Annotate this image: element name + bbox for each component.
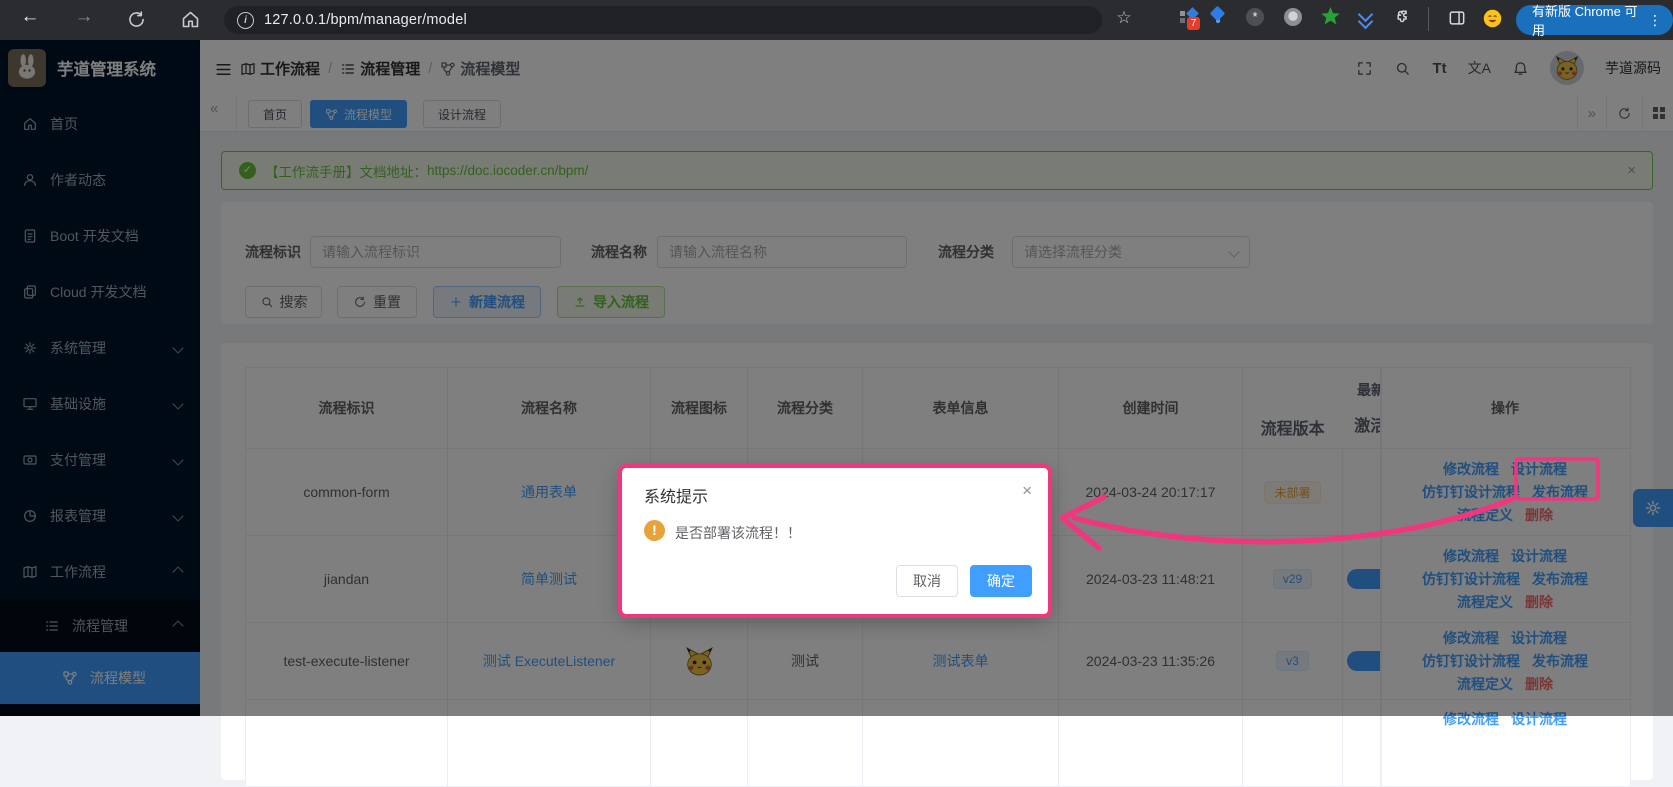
chrome-update-button[interactable]: 有新版 Chrome 可用 ⋮ [1516,4,1673,38]
toolbar-divider [1428,7,1429,31]
confirm-button[interactable]: 确定 [970,565,1032,597]
profile-avatar-icon[interactable] [1482,8,1503,29]
dialog-close-icon[interactable]: × [1022,481,1032,501]
url-text[interactable]: 127.0.0.1/bpm/manager/model [264,12,467,28]
bookmark-star-icon[interactable]: ☆ [1110,8,1138,28]
extension-chevrons-icon[interactable] [1357,6,1374,30]
dialog-title: 系统提示 [644,489,709,506]
side-panel-icon[interactable] [1447,8,1467,28]
browser-menu-icon[interactable]: ⋮ [1648,12,1663,29]
extension-devtool-icon[interactable]: 7 [1180,7,1200,31]
extension-sphere-icon[interactable] [1284,8,1302,26]
modal-overlay[interactable] [0,40,1673,716]
browser-home-button[interactable] [180,9,208,30]
extension-star-icon[interactable] [1321,7,1340,25]
warning-icon: ! [644,520,665,541]
extension-gem-icon[interactable] [1209,5,1226,23]
extension-snowflake-icon[interactable]: * [1246,8,1264,26]
browser-forward-button[interactable]: → [70,6,98,28]
address-bar[interactable]: i 127.0.0.1/bpm/manager/model [224,6,1102,34]
browser-back-button[interactable]: ← [16,6,44,28]
browser-toolbar: ← → i 127.0.0.1/bpm/manager/model ☆ 7 * … [0,0,1673,40]
dialog-message: 是否部署该流程！！ [675,525,801,541]
chrome-update-label: 有新版 Chrome 可用 [1532,4,1638,38]
extension-badge: 7 [1187,17,1200,30]
browser-reload-button[interactable] [126,9,154,30]
cancel-button[interactable]: 取消 [896,565,958,597]
confirm-dialog: 系统提示 × ! 是否部署该流程！！ 取消 确定 [618,464,1052,618]
extensions-puzzle-icon[interactable] [1395,8,1414,27]
site-info-icon[interactable]: i [237,11,254,29]
